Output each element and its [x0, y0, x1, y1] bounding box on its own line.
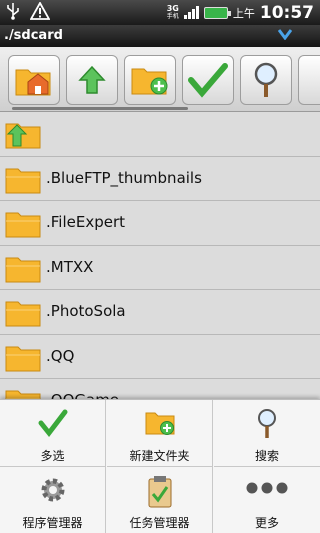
up-arrow-icon — [78, 65, 106, 94]
options-menu: 多选 新建文件夹 搜索 程序管理器 任务管理器 更多 — [0, 399, 320, 533]
home-folder-button[interactable] — [8, 55, 60, 105]
status-clock: 10:57 — [259, 2, 314, 23]
file-name: .FileExpert — [46, 213, 126, 231]
more-toolbar-button[interactable] — [298, 55, 320, 105]
list-item[interactable]: .FileExpert — [0, 201, 320, 246]
status-ampm: 上午 — [232, 6, 255, 20]
search-icon — [254, 62, 278, 97]
menu-item-label: 程序管理器 — [22, 516, 83, 530]
current-path: ./sdcard — [4, 28, 63, 43]
list-item[interactable]: .QQ — [0, 334, 320, 379]
gear-icon — [41, 478, 64, 502]
new-folder-icon — [131, 68, 168, 95]
menu-item-label: 搜索 — [254, 449, 279, 463]
folder-icon — [5, 168, 41, 193]
menu-item-multi-select[interactable]: 多选 — [0, 400, 106, 467]
file-name: .BlueFTP_thumbnails — [46, 168, 202, 187]
home-folder-icon — [15, 69, 51, 96]
list-item[interactable]: .PhotoSola — [0, 290, 320, 335]
signal-icon — [183, 6, 199, 19]
file-name: .MTXX — [46, 257, 94, 276]
folder-icon — [5, 346, 41, 371]
new-folder-icon — [145, 412, 174, 435]
battery-icon — [203, 6, 231, 19]
up-directory-button[interactable] — [66, 55, 118, 105]
up-folder-icon — [5, 123, 41, 149]
search-button[interactable] — [240, 55, 292, 105]
menu-item-label: 任务管理器 — [129, 516, 190, 530]
chevron-down-icon[interactable] — [277, 28, 293, 44]
menu-item-task-manager[interactable]: 任务管理器 — [107, 467, 213, 533]
folder-icon — [5, 301, 41, 327]
status-bar: 3G 手机 上午 10:57 — [0, 0, 320, 25]
file-list: .BlueFTP_thumbnails .FileExpert .MTXX .P… — [0, 112, 320, 424]
more-icon — [246, 482, 288, 494]
search-icon — [258, 409, 276, 438]
folder-icon — [5, 257, 41, 282]
new-folder-button[interactable] — [124, 55, 176, 105]
file-name: .PhotoSola — [46, 302, 126, 320]
multi-select-button[interactable] — [182, 55, 234, 105]
parent-directory-row[interactable] — [0, 112, 320, 157]
file-name: .QQ — [46, 346, 75, 365]
menu-item-label: 多选 — [40, 449, 65, 463]
toolbar — [0, 47, 320, 112]
warning-icon — [29, 1, 51, 24]
menu-item-label: 更多 — [254, 516, 279, 530]
folder-icon — [5, 212, 41, 238]
toolbar-scroll-indicator — [12, 107, 188, 110]
network-indicator: 3G 手机 — [166, 3, 179, 20]
path-bar: ./sdcard — [0, 25, 320, 47]
menu-item-search[interactable]: 搜索 — [214, 400, 320, 467]
menu-item-app-manager[interactable]: 程序管理器 — [0, 467, 106, 533]
menu-item-more[interactable]: 更多 — [214, 467, 320, 533]
usb-icon — [6, 2, 20, 24]
list-item[interactable]: .BlueFTP_thumbnails — [0, 156, 320, 201]
menu-item-new-folder[interactable]: 新建文件夹 — [107, 400, 213, 467]
menu-item-label: 新建文件夹 — [129, 449, 190, 463]
list-item[interactable]: .MTXX — [0, 245, 320, 290]
checkmark-icon — [38, 409, 67, 438]
clipboard-icon — [148, 476, 171, 508]
checkmark-icon — [188, 63, 228, 98]
